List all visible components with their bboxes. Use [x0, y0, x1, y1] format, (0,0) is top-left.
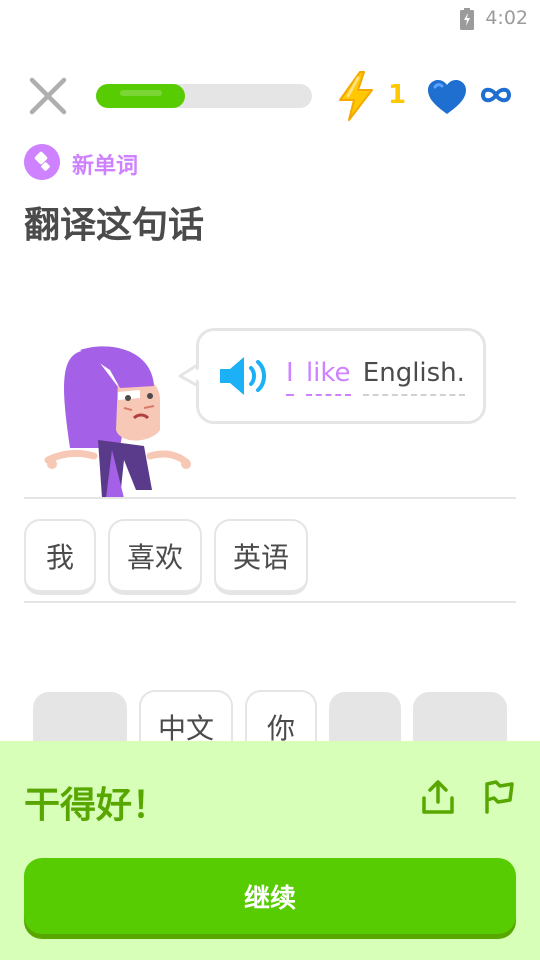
new-word-label: 新单词 — [72, 154, 139, 179]
lesson-progress-fill — [96, 84, 185, 108]
prompt-sentence: I like English. — [286, 358, 469, 396]
lesson-progress-bar — [96, 84, 312, 108]
answer-chip[interactable]: 英语 — [214, 519, 308, 595]
status-time: 4:02 — [485, 7, 528, 29]
answer-chip[interactable]: 我 — [24, 519, 96, 595]
speaker-icon[interactable] — [218, 354, 270, 398]
flag-icon[interactable] — [482, 778, 516, 814]
share-icon[interactable] — [420, 778, 456, 816]
progress-shine — [120, 90, 162, 96]
battery-charging-icon — [460, 8, 474, 30]
heart-icon[interactable] — [426, 78, 468, 116]
energy-count: 1 — [388, 80, 407, 110]
sentence-word[interactable]: like — [305, 358, 351, 396]
sentence-word[interactable]: I — [286, 358, 294, 396]
speech-bubble-tail-cover — [190, 364, 206, 386]
new-word-badge-icon — [24, 144, 60, 180]
answer-chip[interactable]: 喜欢 — [108, 519, 202, 595]
status-bar: 4:02 — [0, 0, 540, 40]
answer-line-bottom — [24, 601, 516, 603]
close-icon[interactable] — [28, 76, 68, 116]
lily-character-illustration — [44, 346, 191, 498]
lightning-bolt-icon — [339, 71, 373, 121]
sentence-word[interactable]: English. — [362, 358, 465, 396]
feedback-title: 干得好！ — [24, 785, 169, 826]
answer-line-top — [24, 497, 516, 499]
infinity-icon — [480, 87, 512, 103]
continue-button[interactable]: 继续 — [24, 858, 516, 934]
page-title: 翻译这句话 — [24, 205, 205, 246]
